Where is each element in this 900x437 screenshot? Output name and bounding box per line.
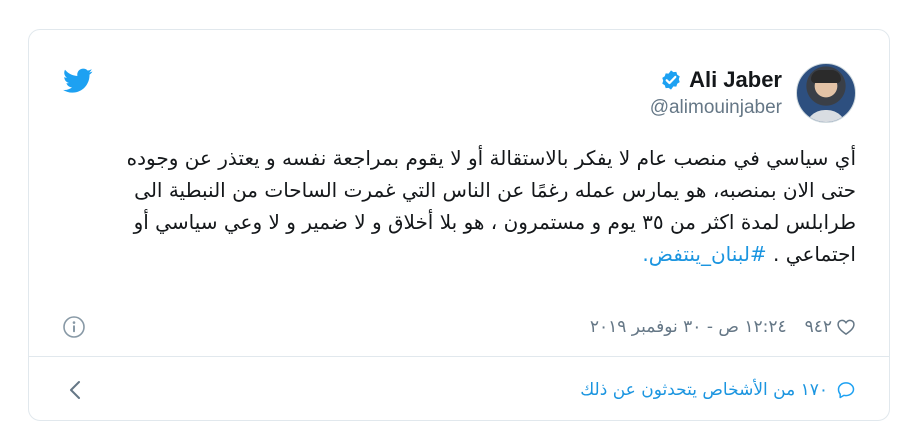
info-icon[interactable] bbox=[62, 315, 86, 339]
avatar-hair bbox=[811, 70, 841, 83]
tweet-timestamp[interactable]: ١٢:٢٤ ص - ٣٠ نوفمبر ٢٠١٩ bbox=[590, 317, 787, 337]
tweet-meta: ٩٤٢ ١٢:٢٤ ص - ٣٠ نوفمبر ٢٠١٩ bbox=[62, 312, 856, 342]
hashtag-link[interactable]: #لبنان_ينتفض. bbox=[642, 242, 766, 266]
tweet-card[interactable]: Ali Jaber @alimouinjaber أي سياسي في منص… bbox=[28, 29, 890, 421]
tweet-header: Ali Jaber @alimouinjaber bbox=[650, 63, 856, 123]
like-count[interactable]: ٩٤٢ bbox=[805, 317, 832, 337]
chevron-left-icon[interactable] bbox=[68, 379, 82, 401]
tweet-text: أي سياسي في منصب عام لا يفكر بالاستقالة … bbox=[86, 142, 856, 270]
verified-badge-icon bbox=[662, 70, 680, 90]
tweet-footer[interactable]: ١٧٠ من الأشخاص يتحدثون عن ذلك bbox=[62, 375, 856, 405]
author-avatar[interactable] bbox=[796, 63, 856, 123]
author-handle[interactable]: @alimouinjaber bbox=[650, 97, 782, 119]
author-name-row: Ali Jaber bbox=[660, 67, 782, 93]
avatar-shirt bbox=[805, 110, 847, 122]
reply-bubble-icon[interactable] bbox=[836, 380, 856, 400]
footer-divider bbox=[29, 356, 889, 357]
author-display-name[interactable]: Ali Jaber bbox=[689, 67, 782, 93]
people-talking-link[interactable]: ١٧٠ من الأشخاص يتحدثون عن ذلك bbox=[580, 380, 828, 400]
author-names: Ali Jaber @alimouinjaber bbox=[650, 67, 782, 119]
twitter-bird-icon[interactable] bbox=[63, 68, 93, 94]
heart-icon[interactable] bbox=[836, 317, 856, 337]
